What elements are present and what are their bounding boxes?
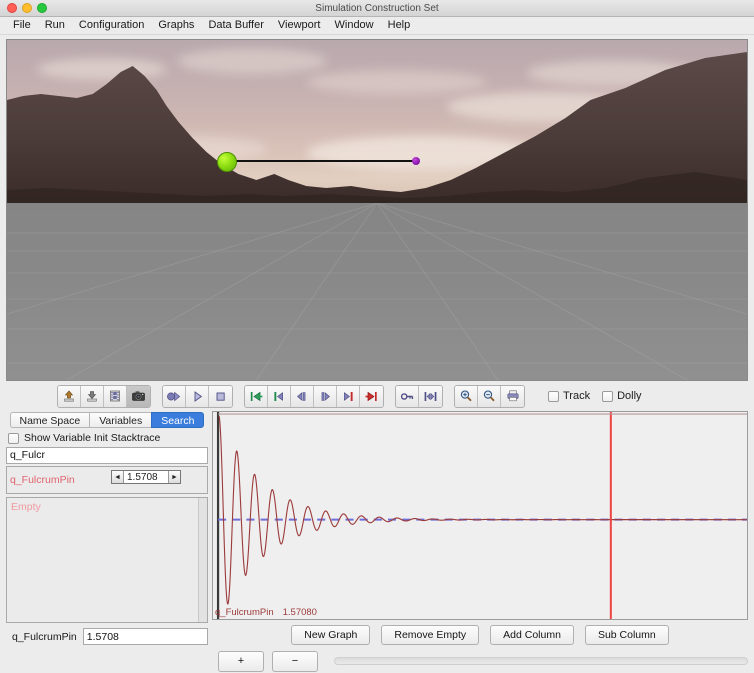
graph-legend[interactable]: q_FulcrumPin 1.57080 bbox=[215, 607, 317, 618]
menu-bar: File Run Configuration Graphs Data Buffe… bbox=[0, 17, 754, 35]
toolbar-zoom-group bbox=[454, 384, 525, 408]
remove-empty-button[interactable]: Remove Empty bbox=[381, 625, 480, 645]
play-icon[interactable] bbox=[186, 385, 209, 407]
selected-variable-label: q_FulcrumPin bbox=[12, 630, 77, 643]
step-back-icon[interactable] bbox=[291, 385, 314, 407]
pendulum-bob-sphere bbox=[412, 157, 420, 165]
entry-list-empty-label: Empty bbox=[11, 501, 41, 513]
print-icon[interactable] bbox=[501, 385, 524, 407]
graph-panel: q_FulcrumPin 1.57080 New Graph Remove Em… bbox=[212, 411, 748, 645]
title-bar: Simulation Construction Set bbox=[0, 0, 754, 17]
camera-icon[interactable] bbox=[127, 385, 150, 407]
pendulum-rod bbox=[228, 160, 416, 162]
stacktrace-checkbox-label: Show Variable Init Stacktrace bbox=[24, 432, 161, 444]
sub-column-button[interactable]: Sub Column bbox=[584, 625, 669, 645]
lower-split: Name Space Variables Search Show Variabl… bbox=[0, 411, 754, 649]
menu-configuration[interactable]: Configuration bbox=[72, 17, 151, 34]
zoom-in-icon[interactable] bbox=[455, 385, 478, 407]
value-spinner[interactable]: ◄ 1.5708 ► bbox=[111, 470, 181, 484]
search-input[interactable]: q_Fulcr bbox=[6, 447, 208, 464]
mountain-silhouette bbox=[7, 52, 747, 203]
menu-graphs[interactable]: Graphs bbox=[151, 17, 201, 34]
entry-list-scrollbar[interactable] bbox=[198, 498, 207, 622]
application-window: Simulation Construction Set File Run Con… bbox=[0, 0, 754, 673]
bottom-bar: + − bbox=[0, 649, 754, 673]
set-out-point-icon[interactable] bbox=[337, 385, 360, 407]
track-checkbox-box[interactable] bbox=[548, 390, 559, 402]
spinner-value[interactable]: 1.5708 bbox=[124, 471, 168, 483]
skybox bbox=[7, 40, 747, 203]
viewport-3d[interactable] bbox=[6, 39, 748, 381]
stacktrace-checkbox-box[interactable] bbox=[8, 432, 19, 444]
spinner-increment-button[interactable]: ► bbox=[168, 471, 180, 483]
toolbar-data-group bbox=[395, 384, 443, 408]
entry-list[interactable]: Empty bbox=[6, 497, 208, 623]
toolbar-sim-group bbox=[162, 384, 233, 408]
zoom-out-icon[interactable] bbox=[478, 385, 501, 407]
zoom-in-graph-button[interactable]: + bbox=[218, 650, 264, 672]
media-film-icon[interactable] bbox=[104, 385, 127, 407]
pendulum-pivot-sphere bbox=[217, 152, 237, 172]
graph-series-line bbox=[218, 415, 747, 605]
graph-plot[interactable]: q_FulcrumPin 1.57080 bbox=[212, 411, 748, 620]
variable-browser-panel: Name Space Variables Search Show Variabl… bbox=[6, 411, 208, 645]
menu-file[interactable]: File bbox=[6, 17, 38, 34]
new-graph-button[interactable]: New Graph bbox=[291, 625, 371, 645]
tab-variables[interactable]: Variables bbox=[89, 412, 152, 428]
ground-grid bbox=[7, 203, 747, 380]
graph-horizontal-scrollbar[interactable] bbox=[334, 657, 748, 665]
export-up-icon[interactable] bbox=[58, 385, 81, 407]
goto-out-point-icon[interactable] bbox=[360, 385, 383, 407]
set-in-point-icon[interactable] bbox=[268, 385, 291, 407]
toolbar-file-group bbox=[57, 384, 151, 408]
goto-in-point-icon[interactable] bbox=[245, 385, 268, 407]
ground-plane bbox=[7, 203, 747, 380]
track-checkbox[interactable]: Track bbox=[548, 390, 590, 402]
stop-icon[interactable] bbox=[209, 385, 232, 407]
menu-window[interactable]: Window bbox=[328, 17, 381, 34]
window-title: Simulation Construction Set bbox=[315, 2, 439, 14]
graph-legend-name: q_FulcrumPin bbox=[215, 607, 274, 618]
toolbar-transport-group bbox=[244, 384, 384, 408]
dolly-checkbox[interactable]: Dolly bbox=[602, 390, 642, 402]
search-result-name: q_FulcrumPin bbox=[10, 474, 75, 486]
selected-variable-input[interactable]: 1.5708 bbox=[82, 628, 208, 645]
crop-data-icon[interactable] bbox=[419, 385, 442, 407]
dolly-checkbox-label: Dolly bbox=[617, 390, 642, 402]
track-checkbox-label: Track bbox=[563, 390, 591, 402]
add-column-button[interactable]: Add Column bbox=[490, 625, 574, 645]
graph-canvas bbox=[216, 412, 747, 619]
menu-run[interactable]: Run bbox=[38, 17, 72, 34]
selected-variable-row: q_FulcrumPin 1.5708 bbox=[6, 623, 208, 645]
tab-search[interactable]: Search bbox=[151, 412, 205, 428]
stacktrace-checkbox[interactable]: Show Variable Init Stacktrace bbox=[6, 428, 208, 447]
menu-viewport[interactable]: Viewport bbox=[271, 17, 328, 34]
key-icon[interactable] bbox=[396, 385, 419, 407]
tab-name-space[interactable]: Name Space bbox=[9, 412, 90, 428]
menu-data-buffer[interactable]: Data Buffer bbox=[201, 17, 270, 34]
import-down-icon[interactable] bbox=[81, 385, 104, 407]
dolly-checkbox-box[interactable] bbox=[602, 390, 614, 402]
search-result-row[interactable]: q_FulcrumPin ◄ 1.5708 ► bbox=[6, 466, 208, 494]
main-toolbar: Track Dolly bbox=[0, 381, 754, 411]
variable-browser-tabs: Name Space Variables Search bbox=[6, 411, 208, 428]
graph-buttons: New Graph Remove Empty Add Column Sub Co… bbox=[212, 620, 748, 645]
zoom-out-graph-button[interactable]: − bbox=[272, 650, 318, 672]
menu-help[interactable]: Help bbox=[381, 17, 418, 34]
simulate-icon[interactable] bbox=[163, 385, 186, 407]
graph-legend-value: 1.57080 bbox=[282, 607, 317, 618]
step-forward-icon[interactable] bbox=[314, 385, 337, 407]
spinner-decrement-button[interactable]: ◄ bbox=[112, 471, 124, 483]
